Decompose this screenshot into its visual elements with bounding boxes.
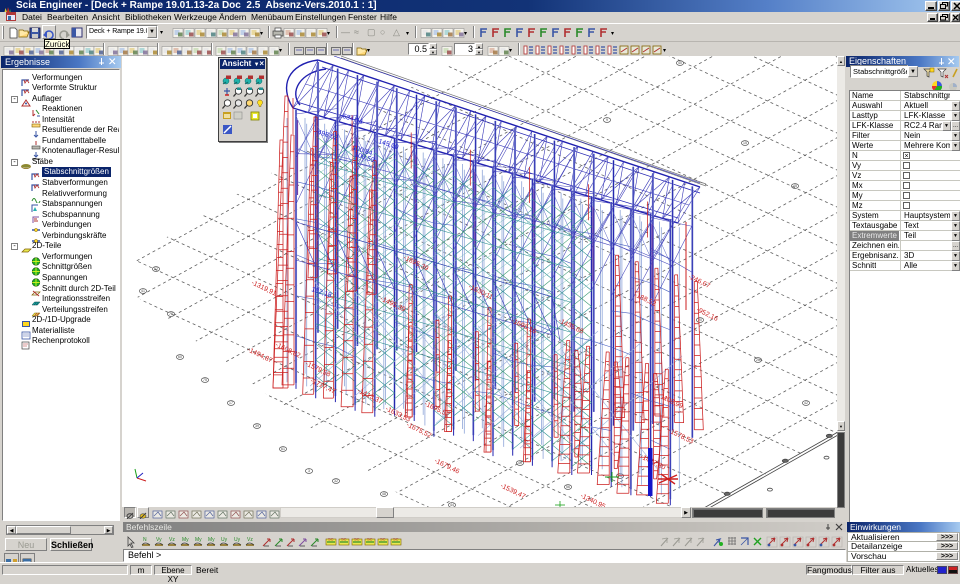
svg-text:56: 56: [566, 485, 570, 489]
svg-text:52: 52: [154, 267, 158, 271]
svg-text:41: 41: [141, 289, 145, 293]
svg-text:39: 39: [255, 424, 259, 428]
svg-text:N: N: [143, 537, 147, 543]
svg-text:-1679,46: -1679,46: [433, 458, 460, 476]
svg-text:SC: SC: [380, 537, 386, 542]
svg-text:17: 17: [229, 401, 233, 405]
svg-text:Vz: Vz: [169, 537, 175, 543]
svg-text:SC: SC: [341, 537, 347, 542]
svg-text:32: 32: [334, 479, 338, 483]
svg-text:60: 60: [178, 355, 182, 359]
svg-text:61: 61: [281, 447, 285, 451]
svg-text:75: 75: [203, 378, 207, 382]
svg-text:SC: SC: [393, 537, 399, 542]
svg-text:45: 45: [793, 184, 797, 188]
svg-text:42: 42: [804, 401, 808, 405]
svg-text:-1539,47: -1539,47: [499, 483, 526, 501]
svg-text:My: My: [182, 537, 189, 543]
svg-text:9: 9: [606, 118, 608, 122]
svg-text:Uy: Uy: [221, 537, 228, 543]
svg-text:-1727,47: -1727,47: [309, 378, 336, 396]
svg-text:3: 3: [308, 469, 310, 473]
svg-text:48: 48: [382, 492, 386, 496]
svg-text:40: 40: [518, 461, 522, 465]
svg-text:-1319,91: -1319,91: [250, 280, 277, 298]
svg-text:My: My: [208, 537, 215, 543]
svg-text:-246,67: -246,67: [687, 274, 711, 290]
svg-text:My: My: [195, 537, 202, 543]
svg-text:Uy: Uy: [234, 537, 241, 543]
svg-text:15: 15: [743, 141, 747, 145]
svg-text:-1494,87: -1494,87: [246, 347, 273, 365]
svg-text:-1630,11: -1630,11: [467, 284, 494, 302]
svg-text:SC: SC: [354, 537, 360, 542]
svg-text:77: 77: [169, 312, 173, 316]
svg-text:-1579,58: -1579,58: [304, 361, 331, 379]
svg-text:Vz: Vz: [247, 537, 253, 543]
svg-text:40: 40: [678, 61, 682, 65]
svg-text:-1675,52: -1675,52: [405, 422, 432, 440]
svg-text:26: 26: [756, 358, 760, 362]
svg-text:SC: SC: [328, 537, 334, 542]
svg-text:SC: SC: [367, 537, 373, 542]
svg-text:Vy: Vy: [156, 537, 162, 543]
